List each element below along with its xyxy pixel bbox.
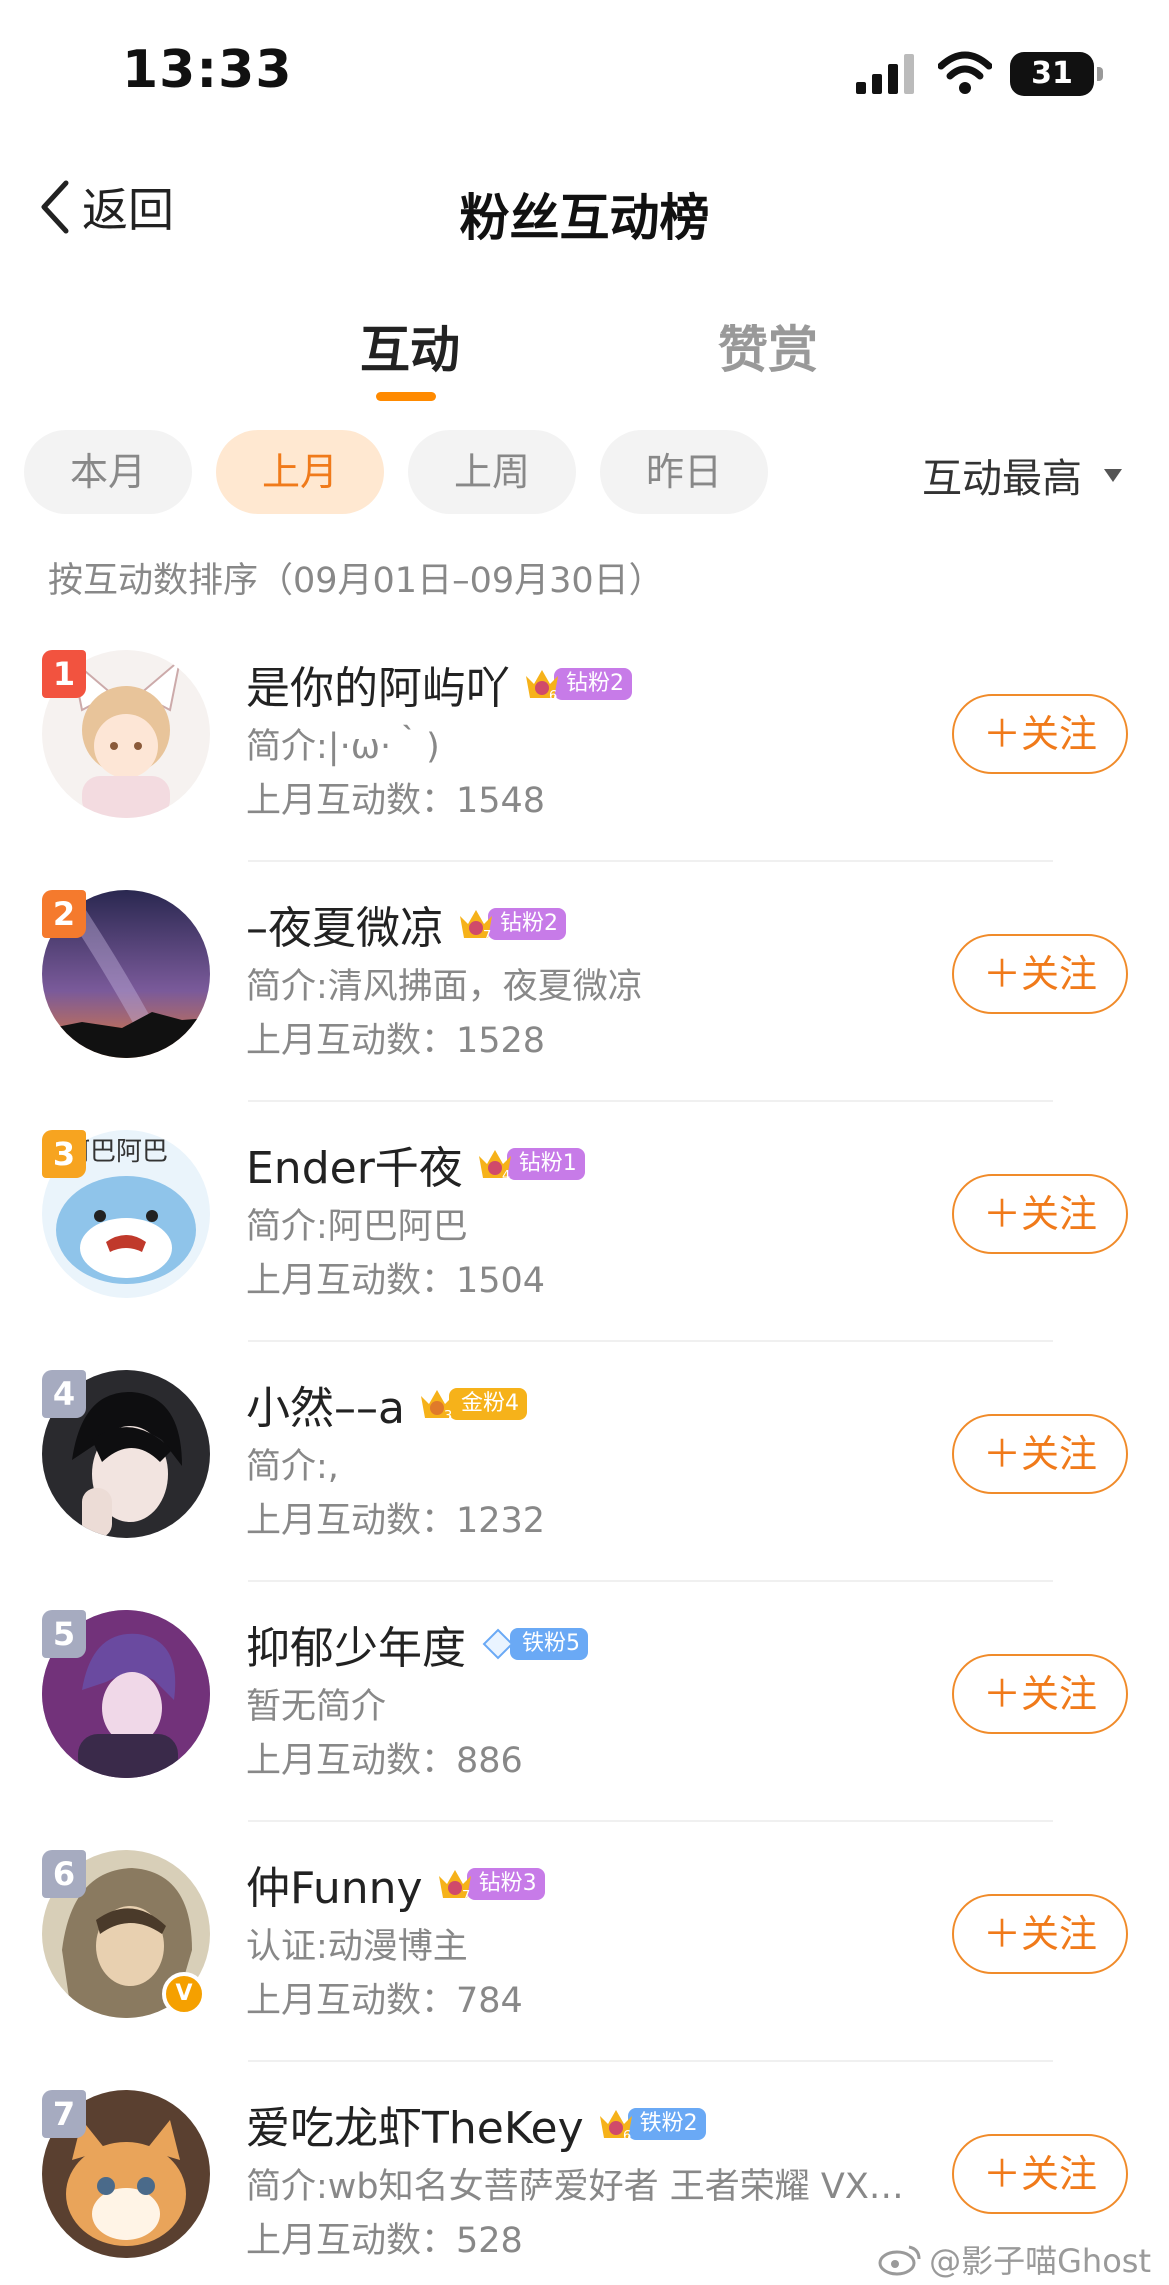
- rank-badge: 6: [42, 1850, 86, 1898]
- badge-label: 钻粉2: [488, 908, 566, 940]
- list-item[interactable]: 4 小然––a 3 金粉4 简介:, 上月互动数：1232 ＋关注: [0, 1342, 1169, 1582]
- fan-bio: 简介:|·ω·｀): [246, 727, 440, 767]
- badge-label: 钻粉2: [554, 668, 632, 700]
- rank-badge: 3: [42, 1130, 86, 1178]
- crown-icon: 4: [478, 1150, 511, 1184]
- follow-button[interactable]: ＋关注: [952, 1654, 1128, 1734]
- status-bar: 13:33 31: [0, 0, 1169, 150]
- list-item[interactable]: 1 是你的阿屿吖 6 钻粉2 简介:|·ω·｀) 上月互动数：1548 ＋关注: [0, 622, 1169, 862]
- sort-label: 互动最高: [922, 456, 1082, 502]
- verified-badge: V: [162, 1972, 206, 2016]
- fan-level-badge: 3 金粉4: [417, 1386, 527, 1424]
- crown-icon: 7: [460, 910, 492, 944]
- name-line: 抑郁少年度 铁粉5: [246, 1612, 588, 1676]
- badge-label: 钻粉1: [506, 1148, 585, 1180]
- svg-text:3: 3: [444, 1409, 452, 1424]
- badge-label: 钻粉3: [466, 1868, 545, 1900]
- fan-level-badge: 7 钻粉2: [456, 906, 566, 944]
- svg-text:6: 6: [549, 689, 557, 704]
- rank-badge: 7: [42, 2090, 86, 2138]
- name-line: 是你的阿屿吖 6 钻粉2: [246, 652, 632, 716]
- crown-icon: 6: [526, 670, 558, 704]
- chip-yesterday[interactable]: 昨日: [600, 430, 768, 514]
- follow-button[interactable]: ＋关注: [952, 934, 1128, 1014]
- sort-description: 按互动数排序（09月01日–09月30日）: [48, 561, 664, 601]
- tab-appreciation[interactable]: 赞赏: [718, 310, 818, 382]
- svg-text:4: 4: [502, 1169, 510, 1184]
- sort-dropdown[interactable]: 互动最高: [922, 446, 1122, 504]
- follow-button[interactable]: ＋关注: [952, 694, 1128, 774]
- battery-indicator: 31: [1010, 52, 1103, 96]
- fan-name[interactable]: 仲Funny: [246, 1852, 423, 1916]
- rank-badge: 4: [42, 1370, 86, 1418]
- crown-icon: 7: [438, 1870, 471, 1904]
- weibo-logo-icon: [878, 2245, 921, 2276]
- svg-text:7: 7: [462, 1889, 470, 1904]
- list-item[interactable]: 2 –夜夏微凉 7 钻粉2 简介:清风拂面，夜夏微凉 上月互动数：1528 ＋关…: [0, 862, 1169, 1102]
- follow-button[interactable]: ＋关注: [952, 2134, 1128, 2214]
- fan-name[interactable]: 是你的阿屿吖: [246, 652, 510, 716]
- interaction-count: 上月互动数：1504: [246, 1261, 546, 1301]
- fan-level-badge: 7 钻粉3: [435, 1866, 545, 1904]
- list-item[interactable]: 6 V 仲Funny 7 钻粉3 认证:动漫博主 上月互动数：784 ＋关注: [0, 1822, 1169, 2062]
- svg-text:7: 7: [483, 929, 491, 944]
- crown-icon: 3: [420, 1390, 453, 1424]
- fan-name[interactable]: Ender千夜: [246, 1132, 463, 1196]
- fan-level-badge: 4 钻粉1: [475, 1146, 585, 1184]
- rank-badge: 1: [42, 650, 86, 698]
- fan-name[interactable]: –夜夏微凉: [246, 892, 444, 956]
- rank-badge: 2: [42, 890, 86, 938]
- chip-last-week[interactable]: 上周: [408, 430, 576, 514]
- list-item[interactable]: 5 抑郁少年度 铁粉5 暂无简介 上月互动数：886 ＋关注: [0, 1582, 1169, 1822]
- tab-interaction[interactable]: 互动: [360, 310, 460, 382]
- chip-last-month[interactable]: 上月: [216, 430, 384, 514]
- interaction-count: 上月互动数：784: [246, 1981, 523, 2021]
- tab-indicator: [376, 392, 436, 401]
- fan-list: 1 是你的阿屿吖 6 钻粉2 简介:|·ω·｀) 上月互动数：1548 ＋关注 …: [0, 622, 1169, 2285]
- name-line: Ender千夜 4 钻粉1: [246, 1132, 585, 1196]
- name-line: 仲Funny 7 钻粉3: [246, 1852, 545, 1916]
- fan-bio: 简介:,: [246, 1447, 339, 1487]
- badge-label: 铁粉2: [627, 2108, 706, 2140]
- fan-level-badge: 铁粉5: [478, 1626, 588, 1662]
- name-line: 小然––a 3 金粉4: [246, 1372, 527, 1436]
- follow-button[interactable]: ＋关注: [952, 1894, 1128, 1974]
- name-line: 爱吃龙虾TheKey 6 铁粉2: [246, 2092, 706, 2156]
- fan-level-badge: 6 铁粉2: [596, 2106, 706, 2144]
- follow-button[interactable]: ＋关注: [952, 1414, 1128, 1494]
- fan-bio: 暂无简介: [246, 1687, 387, 1727]
- badge-label: 铁粉5: [510, 1628, 588, 1660]
- interaction-count: 上月互动数：886: [246, 1741, 523, 1781]
- interaction-count: 上月互动数：1548: [246, 781, 546, 821]
- fan-bio: 简介:阿巴阿巴: [246, 1207, 468, 1247]
- list-item[interactable]: 阿巴阿巴 3 Ender千夜 4 钻粉1 简介:阿巴阿巴 上月互动数：1504 …: [0, 1102, 1169, 1342]
- rank-badge: 5: [42, 1610, 86, 1658]
- fan-name[interactable]: 爱吃龙虾TheKey: [246, 2092, 584, 2156]
- fan-bio: 简介:wb知名女菩萨爱好者 王者荣耀 VX…: [246, 2167, 904, 2207]
- fan-bio: 简介:清风拂面，夜夏微凉: [246, 967, 643, 1007]
- chip-this-month[interactable]: 本月: [24, 430, 192, 514]
- watermark-text: @影子喵Ghost: [929, 2242, 1151, 2280]
- interaction-count: 上月互动数：528: [246, 2221, 523, 2261]
- fan-name[interactable]: 小然––a: [246, 1372, 405, 1436]
- badge-label: 金粉4: [448, 1388, 527, 1420]
- interaction-count: 上月互动数：1528: [246, 1021, 546, 1061]
- fan-level-badge: 6 钻粉2: [522, 666, 632, 704]
- cellular-signal-icon: [856, 54, 914, 94]
- name-line: –夜夏微凉 7 钻粉2: [246, 892, 566, 956]
- svg-text:6: 6: [623, 2129, 631, 2144]
- fan-bio: 认证:动漫博主: [246, 1927, 468, 1967]
- diamond-icon: [482, 1628, 514, 1660]
- wifi-icon: [938, 51, 992, 94]
- crown-icon: 6: [599, 2110, 632, 2144]
- watermark: @影子喵Ghost: [877, 2236, 1151, 2282]
- page-title: 粉丝互动榜: [459, 189, 710, 247]
- status-time: 13:33: [122, 40, 293, 100]
- caret-down-icon: [1104, 468, 1122, 482]
- fan-name[interactable]: 抑郁少年度: [246, 1612, 466, 1676]
- interaction-count: 上月互动数：1232: [246, 1501, 546, 1541]
- follow-button[interactable]: ＋关注: [952, 1174, 1128, 1254]
